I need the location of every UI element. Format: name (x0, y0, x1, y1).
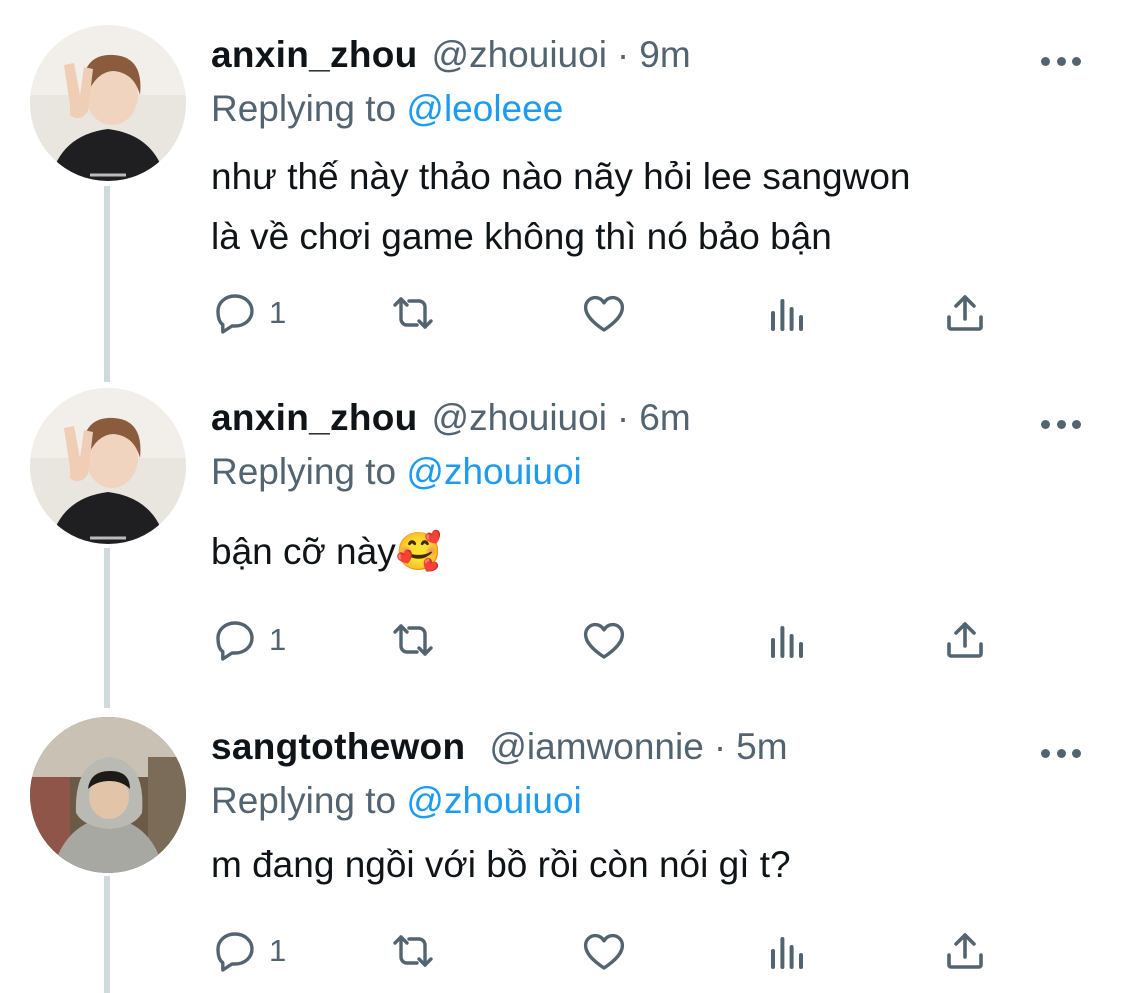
tweet-text: bận cỡ này🥰 (211, 522, 1091, 582)
mention-link[interactable]: @zhouiuoi (406, 780, 581, 821)
separator: · (616, 34, 630, 75)
tweet-header: anxin_zhou @zhouiuoi · 6m (211, 396, 691, 440)
timestamp[interactable]: 6m (639, 397, 690, 438)
avatar-anxin-image (30, 25, 186, 181)
replying-label: Replying to (211, 88, 397, 129)
share-button[interactable] (941, 283, 989, 343)
like-button[interactable] (580, 610, 628, 670)
separator: · (713, 726, 727, 767)
like-button[interactable] (580, 283, 628, 343)
mention-link[interactable]: @zhouiuoi (406, 451, 581, 492)
display-name[interactable]: anxin_zhou (211, 34, 418, 75)
more-icon[interactable] (1041, 55, 1081, 67)
timestamp[interactable]: 9m (639, 34, 690, 75)
like-icon (583, 295, 625, 332)
tweet-text-line: như thế này thảo nào nãy hỏi lee sangwon (211, 156, 911, 197)
analytics-button[interactable] (763, 610, 811, 670)
reply-count: 1 (269, 933, 287, 968)
reply-button[interactable]: 1 (211, 921, 286, 981)
tweet-text-line: m đang ngồi với bồ rồi còn nói gì t? (211, 844, 791, 885)
reply-button[interactable]: 1 (211, 610, 286, 670)
retweet-button[interactable] (389, 283, 437, 343)
replying-label: Replying to (211, 451, 397, 492)
display-name[interactable]: anxin_zhou (211, 397, 418, 438)
retweet-icon (393, 624, 433, 656)
share-button[interactable] (941, 610, 989, 670)
user-handle[interactable]: @zhouiuoi (432, 397, 607, 438)
analytics-button[interactable] (763, 921, 811, 981)
like-icon (583, 933, 625, 970)
tweet[interactable]: anxin_zhou @zhouiuoi · 6m Replying to @zhou… (0, 388, 1125, 708)
reply-count: 1 (269, 622, 287, 657)
timestamp[interactable]: 5m (736, 726, 787, 767)
avatar[interactable] (30, 388, 186, 544)
retweet-icon (393, 935, 433, 967)
reply-icon (216, 294, 254, 334)
more-icon[interactable] (1041, 747, 1081, 759)
replying-to: Replying to @leoleee (211, 87, 563, 131)
avatar[interactable] (30, 717, 186, 873)
tweet[interactable]: anxin_zhou @zhouiuoi · 9m Replying to @leol… (0, 25, 1125, 365)
reply-icon (216, 621, 254, 661)
tweet-text: như thế này thảo nào nãy hỏi lee sangwon… (211, 147, 1091, 267)
analytics-icon (771, 626, 803, 658)
like-button[interactable] (580, 921, 628, 981)
reply-icon (216, 932, 254, 972)
avatar[interactable] (30, 25, 186, 181)
retweet-icon (393, 297, 433, 329)
more-icon[interactable] (1041, 418, 1081, 430)
analytics-icon (771, 299, 803, 331)
avatar-anxin-image (30, 388, 186, 544)
tweet-header: sangtothewon @iamwonnie · 5m (211, 725, 788, 769)
action-bar: 1 (211, 921, 1001, 981)
retweet-button[interactable] (389, 921, 437, 981)
reply-count: 1 (269, 295, 287, 330)
like-icon (583, 622, 625, 659)
tweet-text-line: là về chơi game không thì nó bảo bận (211, 216, 832, 257)
action-bar: 1 (211, 283, 1001, 343)
share-button[interactable] (941, 921, 989, 981)
user-handle[interactable]: @iamwonnie (489, 726, 703, 767)
share-icon (947, 933, 983, 969)
share-icon (947, 622, 983, 658)
separator: · (616, 397, 630, 438)
display-name[interactable]: sangtothewon (211, 726, 465, 767)
analytics-icon (771, 937, 803, 969)
share-icon (947, 295, 983, 331)
user-handle[interactable]: @zhouiuoi (432, 34, 607, 75)
retweet-button[interactable] (389, 610, 437, 670)
analytics-button[interactable] (763, 283, 811, 343)
reply-button[interactable]: 1 (211, 283, 286, 343)
mention-link[interactable]: @leoleee (406, 88, 563, 129)
tweet-text: m đang ngồi với bồ rồi còn nói gì t? (211, 835, 1091, 895)
tweet-text-line: bận cỡ này🥰 (211, 531, 442, 572)
replying-label: Replying to (211, 780, 397, 821)
tweet[interactable]: sangtothewon @iamwonnie · 5m Replying to @z… (0, 717, 1125, 993)
action-bar: 1 (211, 610, 1001, 670)
avatar-sangwon-image (30, 717, 186, 873)
replying-to: Replying to @zhouiuoi (211, 779, 582, 823)
replying-to: Replying to @zhouiuoi (211, 450, 582, 494)
tweet-header: anxin_zhou @zhouiuoi · 9m (211, 33, 691, 77)
